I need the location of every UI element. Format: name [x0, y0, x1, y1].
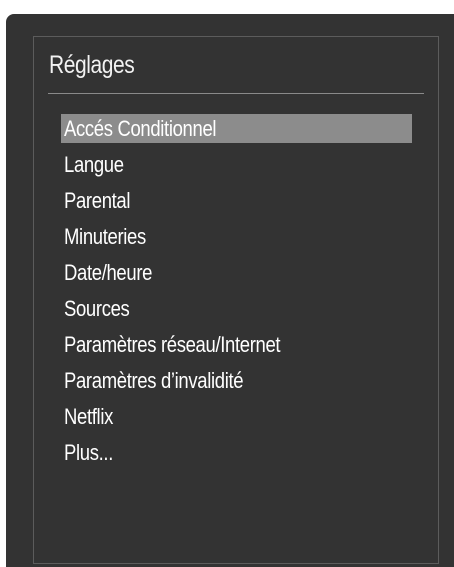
- menu-item-language[interactable]: Langue: [61, 150, 412, 186]
- menu-item-label: Accés Conditionnel: [64, 116, 217, 141]
- menu-title: Réglages: [49, 51, 135, 79]
- settings-menu-list: Accés Conditionnel Langue Parental Minut…: [34, 114, 438, 474]
- menu-item-accessibility-settings[interactable]: Paramètres d’invalidité: [61, 366, 412, 402]
- title-divider: [48, 93, 424, 94]
- menu-item-sources[interactable]: Sources: [61, 294, 412, 330]
- menu-item-label: Sources: [64, 296, 130, 321]
- menu-item-more[interactable]: Plus...: [61, 438, 412, 474]
- menu-item-label: Paramètres d’invalidité: [64, 368, 244, 393]
- menu-item-label: Minuteries: [64, 224, 146, 249]
- settings-menu-panel: Réglages Accés Conditionnel Langue Paren…: [33, 36, 439, 564]
- menu-item-netflix[interactable]: Netflix: [61, 402, 412, 438]
- menu-item-label: Paramètres réseau/Internet: [64, 332, 281, 357]
- menu-item-conditional-access[interactable]: Accés Conditionnel: [61, 114, 412, 143]
- menu-item-label: Date/heure: [64, 260, 153, 285]
- menu-item-label: Parental: [64, 188, 131, 213]
- menu-item-label: Plus...: [64, 440, 114, 465]
- menu-item-label: Langue: [64, 152, 124, 177]
- menu-item-parental[interactable]: Parental: [61, 186, 412, 222]
- menu-item-label: Netflix: [64, 404, 113, 429]
- menu-item-date-time[interactable]: Date/heure: [61, 258, 412, 294]
- menu-item-timers[interactable]: Minuteries: [61, 222, 412, 258]
- menu-item-network-settings[interactable]: Paramètres réseau/Internet: [61, 330, 412, 366]
- tv-screen: Réglages Accés Conditionnel Langue Paren…: [6, 14, 454, 567]
